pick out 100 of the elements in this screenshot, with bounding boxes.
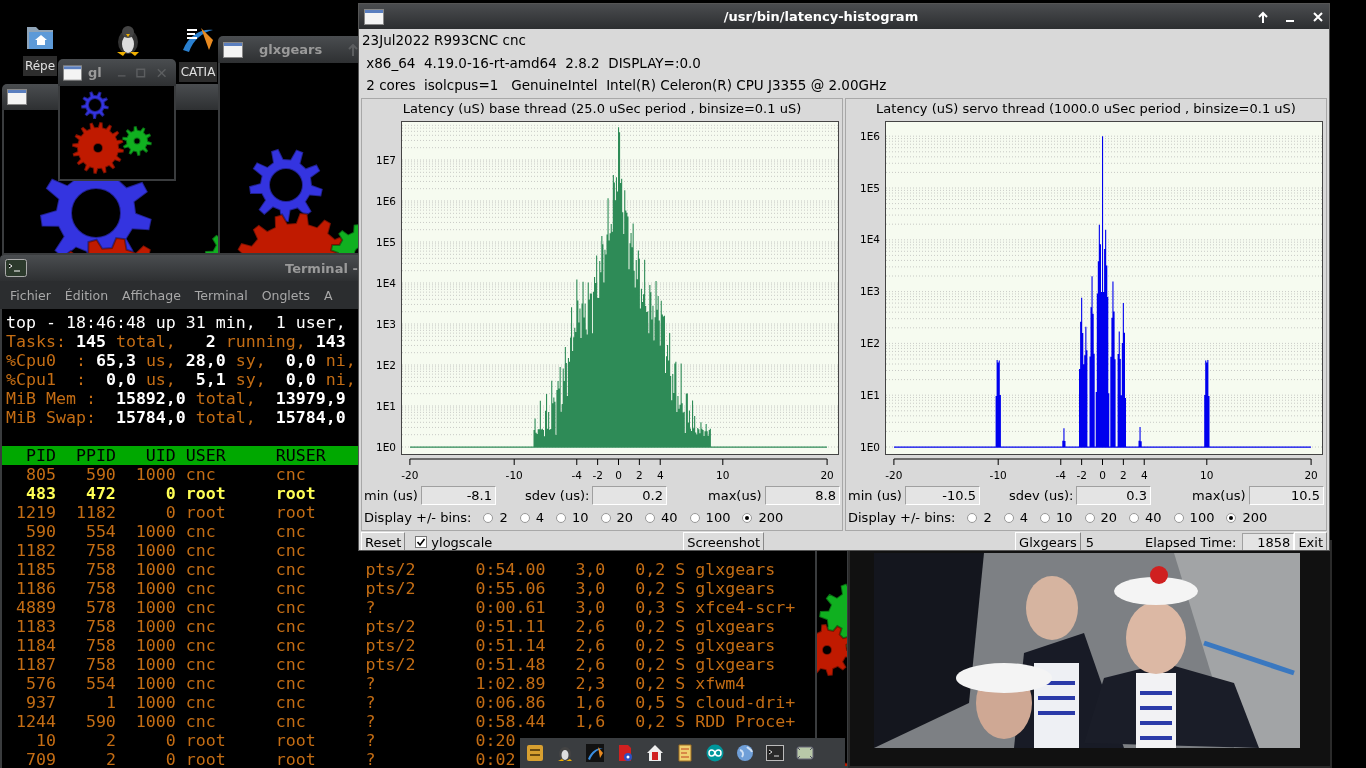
axis-tick-label: -2 <box>592 468 603 481</box>
axis-tick-label: 1E4 <box>376 276 396 289</box>
table-cell-text: 0 <box>164 503 176 522</box>
column-header[interactable]: USER <box>175 446 276 465</box>
glxgears-button[interactable]: Glxgears <box>1015 531 1081 550</box>
checkbox-label: ylogscale <box>431 534 493 550</box>
table-cell-text: S <box>674 579 686 598</box>
home-folder-icon[interactable] <box>26 24 54 50</box>
menu-item[interactable]: Terminal <box>194 287 248 303</box>
table-cell-text: 2,3 <box>574 674 606 693</box>
info-line: 23Jul2022 R993CNC cnc <box>361 31 527 50</box>
window-title: /usr/bin/latency-histogram <box>722 9 920 24</box>
radio-button[interactable] <box>1084 512 1095 523</box>
radio-button[interactable] <box>742 512 753 523</box>
field-label: max(us) <box>1192 488 1247 503</box>
table-cell-text: xfwm4 <box>694 674 746 693</box>
radio-button[interactable] <box>1129 512 1140 523</box>
checkbox[interactable] <box>415 536 428 548</box>
house-icon[interactable] <box>646 744 664 762</box>
column-header[interactable]: RUSER <box>275 446 326 465</box>
table-cell-text: 1183 <box>14 617 56 636</box>
table-cell-text: 0,2 <box>634 617 666 636</box>
drawer-icon[interactable] <box>526 744 544 762</box>
radio-button[interactable] <box>1003 512 1014 523</box>
radio-button[interactable] <box>1173 512 1184 523</box>
max-field[interactable]: 10.5 <box>1249 486 1324 505</box>
menu-item[interactable]: Fichier <box>10 287 51 303</box>
menu-item[interactable]: Affichage <box>122 287 181 303</box>
min-field[interactable]: -8.1 <box>421 486 496 505</box>
table-cell-text: 0 <box>164 484 176 503</box>
table-cell-text: 1186 <box>14 579 56 598</box>
table-cell: cnc <box>275 522 306 541</box>
table-cell-text: 2 <box>104 750 116 768</box>
table-cell-text: 2,6 <box>574 655 606 674</box>
radio-label: 40 <box>661 510 678 525</box>
radio-button[interactable] <box>645 512 656 523</box>
elapsed-time-field[interactable]: 1858 <box>1242 532 1295 550</box>
table-cell-text: S <box>674 712 686 731</box>
table-cell-text: 1244 <box>14 712 56 731</box>
window-icon[interactable] <box>364 8 384 25</box>
sdev-field[interactable]: 0.3 <box>1076 486 1151 505</box>
terminal-icon[interactable] <box>766 744 784 762</box>
terminal-line: MiB Swap: 15784,0 total, 15784,0 <box>6 408 346 427</box>
max-field[interactable]: 8.8 <box>765 486 840 505</box>
table-cell-text: 1000 <box>134 579 176 598</box>
radio-label: 100 <box>1189 510 1215 525</box>
window-icon[interactable] <box>63 64 83 81</box>
screenshot-button[interactable]: Screenshot <box>683 531 765 550</box>
infinity-icon[interactable] <box>706 744 724 762</box>
screen-icon[interactable] <box>796 744 814 762</box>
table-cell-text: 758 <box>84 617 116 636</box>
reset-button[interactable]: Reset <box>361 531 406 550</box>
table-cell: 0:55.06 <box>475 579 546 598</box>
table-cell-text: 937 <box>24 693 56 712</box>
field-label: sdev (us): <box>525 488 591 503</box>
radio-label: 100 <box>705 510 731 525</box>
menu-item[interactable]: A <box>323 287 333 303</box>
column-header[interactable]: PPID <box>55 446 116 465</box>
table-cell-text: root <box>184 750 227 768</box>
window-icon[interactable] <box>223 41 243 58</box>
radio-button[interactable] <box>689 512 700 523</box>
menu-item[interactable]: Édition <box>64 287 109 303</box>
table-cell-text: 758 <box>84 541 116 560</box>
desktop-icon-label[interactable]: Répe <box>22 56 58 76</box>
min-field[interactable]: -10.5 <box>905 486 980 505</box>
table-cell-text: 0 <box>164 731 176 750</box>
column-header[interactable]: PID <box>6 446 56 465</box>
table-cell-text: ? <box>365 693 377 712</box>
swoosh-icon[interactable] <box>586 744 604 762</box>
table-cell-text: ? <box>365 598 377 617</box>
sdev-field[interactable]: 0.2 <box>592 486 667 505</box>
table-cell: 0:58.44 <box>475 712 546 731</box>
radio-button[interactable] <box>600 512 611 523</box>
document-icon[interactable] <box>676 744 694 762</box>
radio-button[interactable] <box>519 512 530 523</box>
column-header[interactable]: UID <box>115 446 176 465</box>
axis-tick-label: 1E5 <box>376 235 396 248</box>
globe-icon[interactable] <box>736 744 754 762</box>
radio-label: 4 <box>535 510 544 525</box>
table-cell-text: 590 <box>84 465 116 484</box>
radio-button[interactable] <box>1226 512 1237 523</box>
terminal-icon[interactable] <box>5 259 27 277</box>
document-gear-icon[interactable] <box>616 744 634 762</box>
table-cell-text: 805 <box>24 465 56 484</box>
radio-button[interactable] <box>555 512 566 523</box>
penguin-icon[interactable] <box>556 744 574 762</box>
table-cell: 1:02.89 <box>475 674 546 693</box>
table-cell-text: 1000 <box>134 560 176 579</box>
radio-button[interactable] <box>1039 512 1050 523</box>
radio-button[interactable] <box>483 512 494 523</box>
table-cell-text: cnc <box>275 712 307 731</box>
desktop-icon-label[interactable]: CATIA <box>178 62 218 82</box>
axis-tick-label: 1E0 <box>860 440 880 453</box>
close-icon[interactable] <box>1312 10 1324 23</box>
table-cell-text: S <box>674 674 686 693</box>
radio-label: 20 <box>616 510 634 525</box>
menu-item[interactable]: Onglets <box>261 287 310 303</box>
radio-button[interactable] <box>967 512 978 523</box>
terminal-line: %Cpu0 : 65,3 us, 28,0 sy, 0,0 ni, <box>6 351 356 370</box>
exit-button[interactable]: Exit <box>1294 531 1327 550</box>
